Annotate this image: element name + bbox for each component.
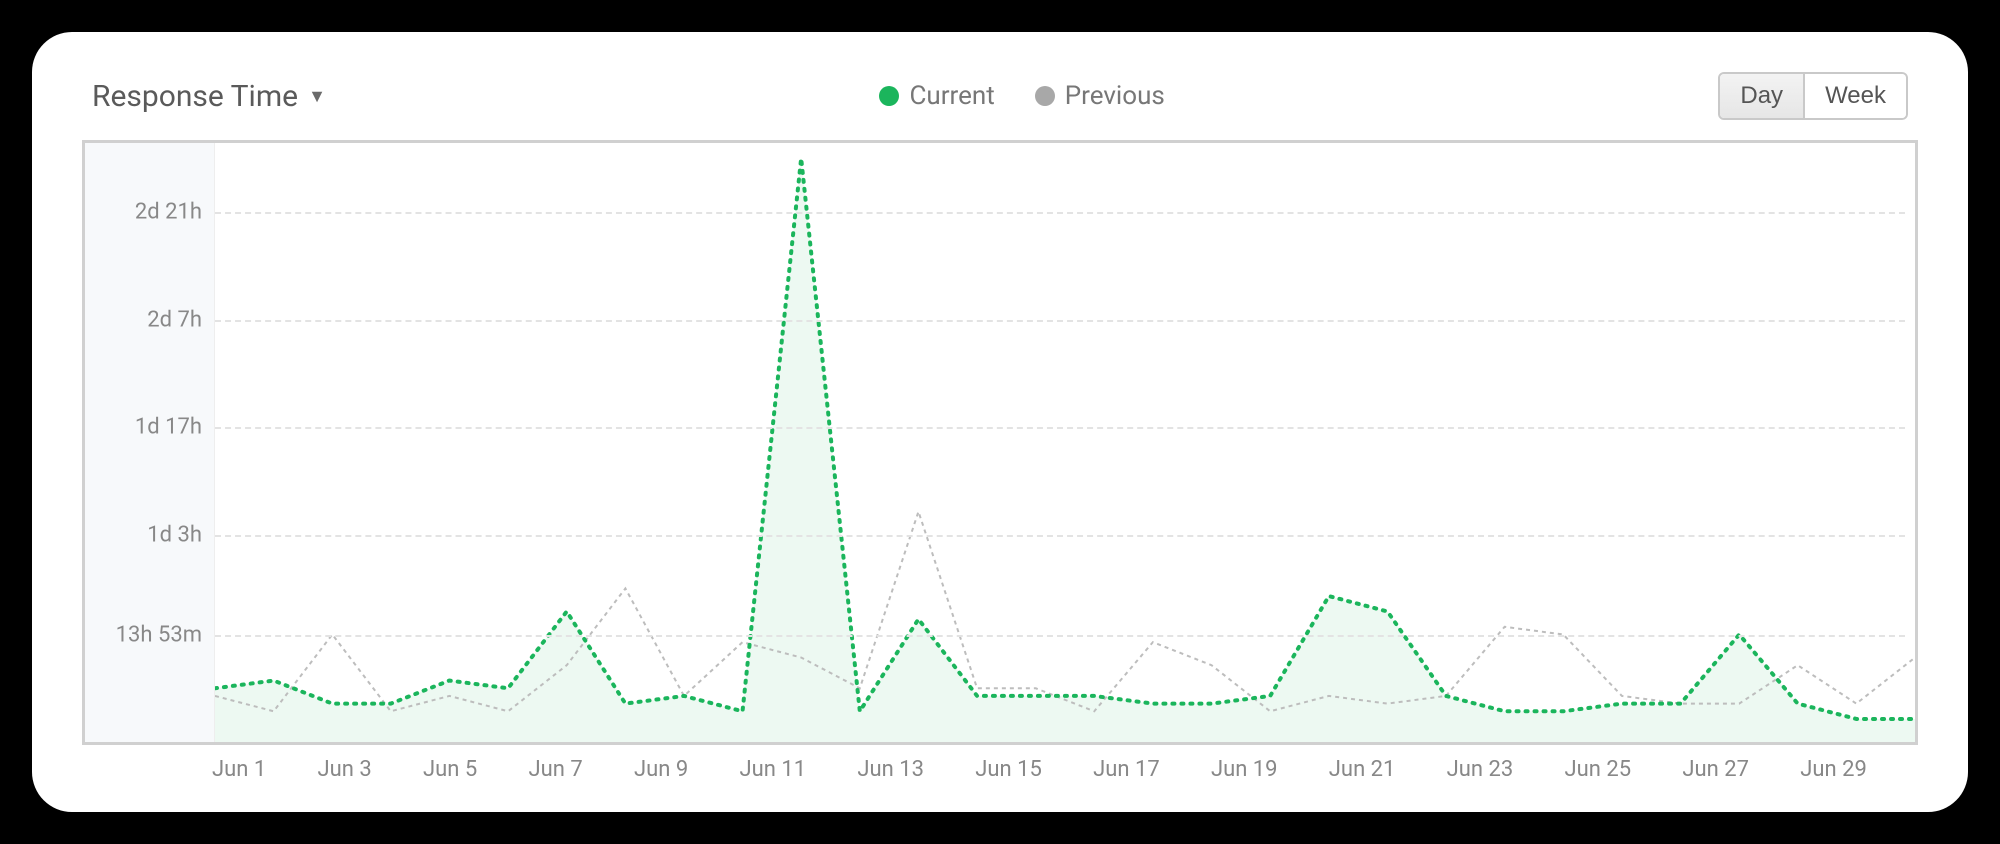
legend-item-previous[interactable]: Previous bbox=[1035, 81, 1165, 111]
chart-legend: Current Previous bbox=[879, 81, 1164, 111]
x-tick-label bbox=[1631, 757, 1682, 782]
chevron-down-icon: ▼ bbox=[308, 86, 326, 107]
x-tick-label bbox=[1278, 757, 1329, 782]
x-tick-label bbox=[1160, 757, 1211, 782]
x-tick-label: Jun 1 bbox=[212, 757, 266, 782]
granularity-toggle: Day Week bbox=[1718, 72, 1908, 120]
legend-label-previous: Previous bbox=[1065, 81, 1165, 111]
toggle-day-button[interactable]: Day bbox=[1720, 74, 1805, 118]
x-tick-label bbox=[924, 757, 975, 782]
legend-label-current: Current bbox=[909, 81, 994, 111]
x-tick-label: Jun 7 bbox=[529, 757, 583, 782]
x-tick-label: Jun 23 bbox=[1447, 757, 1514, 782]
toggle-week-button[interactable]: Week bbox=[1805, 74, 1906, 118]
x-tick-label: Jun 9 bbox=[634, 757, 688, 782]
x-tick-label bbox=[1749, 757, 1800, 782]
x-tick-label bbox=[477, 757, 528, 782]
metric-selector[interactable]: Response Time ▼ bbox=[92, 79, 326, 114]
y-tick-label: 13h 53m bbox=[116, 623, 202, 648]
y-tick-label: 2d 21h bbox=[135, 200, 202, 225]
y-tick-label: 1d 3h bbox=[147, 522, 202, 547]
x-axis: Jun 1 Jun 3 Jun 5 Jun 7 Jun 9 Jun 11 Jun… bbox=[82, 757, 1918, 782]
x-tick-label bbox=[1513, 757, 1564, 782]
chart-title: Response Time bbox=[92, 79, 298, 114]
legend-dot-previous bbox=[1035, 86, 1055, 106]
x-tick-label bbox=[372, 757, 423, 782]
gridline bbox=[215, 320, 1905, 322]
legend-dot-current bbox=[879, 86, 899, 106]
x-tick-label bbox=[806, 757, 857, 782]
x-tick-label bbox=[583, 757, 634, 782]
x-tick-label: Jun 29 bbox=[1800, 757, 1867, 782]
gridline bbox=[215, 427, 1905, 429]
gridline bbox=[215, 535, 1905, 537]
x-tick-label: Jun 15 bbox=[975, 757, 1042, 782]
series-previous-line bbox=[215, 512, 1915, 712]
gridline bbox=[215, 635, 1905, 637]
gridline bbox=[215, 212, 1905, 214]
chart-svg bbox=[215, 143, 1915, 742]
plot-region[interactable] bbox=[215, 143, 1915, 742]
chart-header: Response Time ▼ Current Previous Day Wee… bbox=[82, 72, 1918, 120]
x-tick-label: Jun 21 bbox=[1329, 757, 1396, 782]
x-tick-label: Jun 17 bbox=[1093, 757, 1160, 782]
y-axis: 13h 53m 1d 3h 1d 17h 2d 7h 2d 21h bbox=[85, 143, 215, 742]
x-tick-label bbox=[1042, 757, 1093, 782]
x-tick-label: Jun 3 bbox=[318, 757, 372, 782]
x-tick-label: Jun 11 bbox=[740, 757, 807, 782]
y-tick-label: 1d 17h bbox=[135, 415, 202, 440]
x-tick-label bbox=[266, 757, 317, 782]
chart-card: Response Time ▼ Current Previous Day Wee… bbox=[32, 32, 1968, 812]
y-tick-label: 2d 7h bbox=[147, 307, 202, 332]
chart-plot-area: 13h 53m 1d 3h 1d 17h 2d 7h 2d 21h bbox=[82, 140, 1918, 745]
x-tick-label bbox=[1867, 757, 1918, 782]
x-tick-label: Jun 25 bbox=[1565, 757, 1632, 782]
x-tick-label bbox=[688, 757, 739, 782]
x-tick-label: Jun 19 bbox=[1211, 757, 1278, 782]
x-tick-label: Jun 27 bbox=[1682, 757, 1749, 782]
x-tick-label: Jun 5 bbox=[423, 757, 477, 782]
legend-item-current[interactable]: Current bbox=[879, 81, 994, 111]
series-current-area bbox=[215, 158, 1915, 742]
x-tick-label bbox=[1395, 757, 1446, 782]
x-tick-label: Jun 13 bbox=[857, 757, 924, 782]
